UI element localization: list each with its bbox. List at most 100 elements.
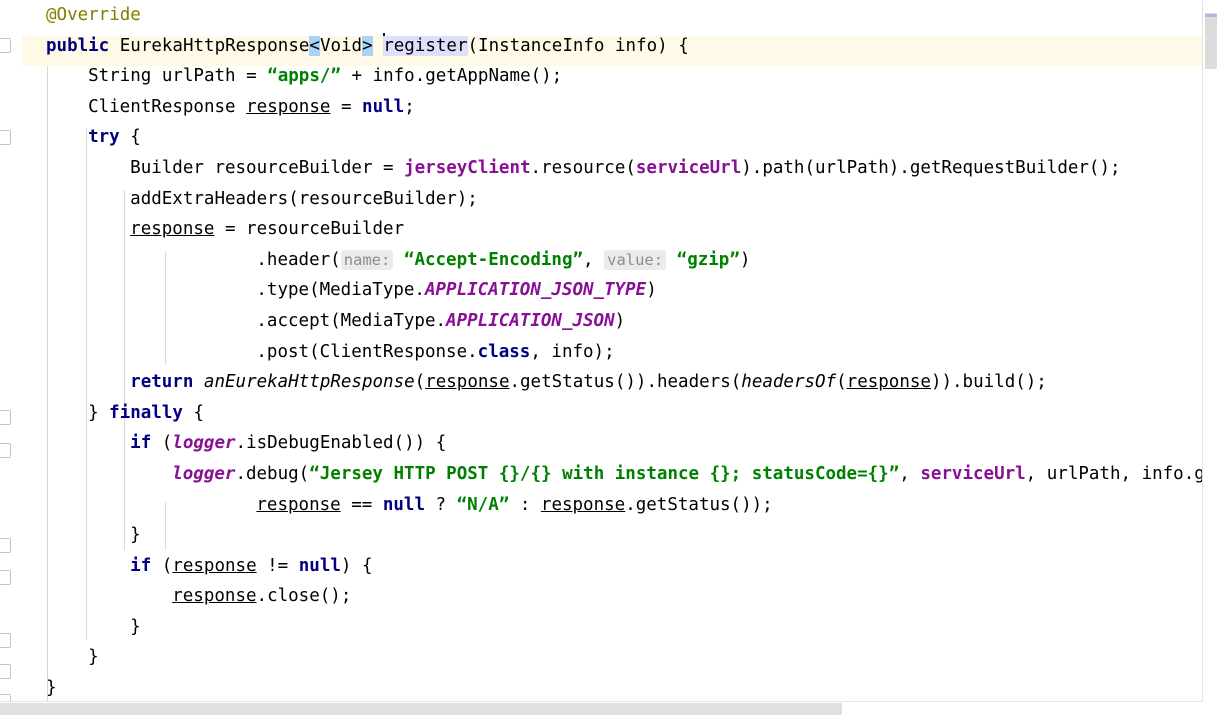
code-line[interactable]: } [0,520,1203,551]
code-line[interactable]: .type(MediaType.APPLICATION_JSON_TYPE) [0,275,1203,306]
code-line[interactable]: } finally { [0,398,1203,429]
code-token-plain: } [130,525,141,546]
fold-region-marker[interactable] [0,130,11,145]
code-token-plain: Builder resourceBuilder = [130,157,405,178]
code-token-plain: ) [739,249,751,270]
code-line[interactable]: response == null ? “N/A” : response.getS… [0,490,1203,521]
code-line[interactable]: response = resourceBuilder [0,214,1203,245]
fold-region-marker[interactable] [0,38,11,53]
code-token-plain: ClientResponse [88,96,247,117]
code-token-plain: { [182,402,204,423]
code-token-plain: .isDebugEnabled()) { [235,433,447,454]
code-token-kw: if [130,555,152,576]
code-token-plain: ( [151,433,173,454]
code-line[interactable]: } [0,612,1203,643]
code-token-staticm: headersOf [741,372,837,393]
code-token-str: “apps/” [267,66,341,87]
code-token-field: serviceUrl [635,157,742,178]
code-token-local: response [846,372,931,393]
code-token-plain: + info.getAppName(); [340,66,563,87]
scrollbar-corner [1203,702,1217,715]
code-token-kw: return [130,372,194,393]
code-line[interactable]: } [0,673,1203,702]
code-token-str: “N/A” [456,494,510,515]
vertical-scrollbar[interactable] [1202,0,1217,702]
code-token-plain: ) [646,280,657,301]
code-token-plain: { [119,127,141,148]
code-token-static: logger [172,433,236,454]
code-token-plain: register [383,35,468,56]
code-token-plain: , [583,249,605,270]
fold-region-marker[interactable] [0,633,11,648]
code-line[interactable]: .accept(MediaType.APPLICATION_JSON) [0,306,1203,337]
code-line[interactable]: return anEurekaHttpResponse(response.get… [0,367,1203,398]
code-token-anno: @Override [46,5,141,25]
code-line[interactable]: .header(name: “Accept-Encoding”, value: … [0,245,1203,276]
code-line[interactable]: ClientResponse response = null; [0,92,1203,123]
code-editor[interactable]: @Override public EurekaHttpResponse<Void>… [0,0,1217,715]
code-token-plain: ) [614,310,626,331]
code-line[interactable]: @Override [0,0,1203,31]
code-token-plain: == [340,494,383,515]
horizontal-scroll-thumb[interactable] [0,703,842,715]
code-token-hint: value: [604,249,667,270]
editor-gutter[interactable] [0,0,22,715]
code-token-plain: ( [836,372,847,393]
code-line[interactable]: if (logger.isDebugEnabled()) { [0,428,1203,459]
code-token-plain: .type(MediaType. [256,280,425,301]
code-text[interactable]: @Override public EurekaHttpResponse<Void>… [0,0,1203,702]
code-line[interactable]: try { [0,122,1203,153]
code-token-plain: .accept(MediaType. [256,310,447,331]
code-token-plain: .getStatus()); [625,494,773,515]
code-token-plain: .resource( [530,157,636,178]
vertical-scroll-thumb[interactable] [1205,13,1217,69]
fold-region-marker[interactable] [0,570,11,585]
fold-region-marker[interactable] [0,410,11,425]
code-token-kw: class [477,341,531,362]
fold-region-marker[interactable] [0,538,11,553]
code-token-str: “Accept-Encoding” [403,249,584,270]
code-token-local: response [130,219,215,240]
code-token-plain: Void [319,35,363,56]
code-token-static: APPLICATION_JSON [446,310,615,331]
fold-region-marker[interactable] [0,443,11,458]
code-token-kw: finally [109,402,183,423]
code-token-local: response [425,372,510,393]
code-line[interactable]: response.close(); [0,581,1203,612]
code-token-plain: = resourceBuilder [214,219,405,240]
code-token-plain: EurekaHttpResponse [109,35,310,56]
code-token-kw: null [362,96,405,117]
editor-code-surface[interactable]: @Override public EurekaHttpResponse<Void>… [0,0,1203,702]
code-line[interactable]: String urlPath = “apps/” + info.getAppNa… [0,61,1203,92]
code-line[interactable]: addExtraHeaders(resourceBuilder); [0,184,1203,215]
code-token-plain: ) { [340,555,373,576]
code-token-plain: String urlPath = [88,66,268,87]
code-token-plain: .post(ClientResponse. [256,341,478,362]
code-token-field: jerseyClient [404,157,531,178]
code-token-plain: ? [425,494,457,515]
horizontal-scrollbar[interactable] [0,701,1203,715]
code-token-kw: null [382,494,425,515]
code-token-str: “gzip” [676,249,740,270]
code-line[interactable]: if (response != null) { [0,551,1203,582]
code-token-local: response [540,494,626,515]
code-token-static: APPLICATION_JSON_TYPE [424,280,647,301]
code-token-plain: .debug( [235,463,310,484]
code-line[interactable]: } [0,642,1203,673]
code-line[interactable]: logger.debug(“Jersey HTTP POST {}/{} wit… [0,459,1203,490]
code-token-plain: > [362,35,373,56]
fold-region-marker[interactable] [0,664,11,679]
code-token-static: logger [172,463,236,484]
code-line[interactable]: .post(ClientResponse.class, info); [0,337,1203,368]
code-line[interactable]: Builder resourceBuilder = jerseyClient.r… [0,153,1203,184]
code-token-plain: } [130,616,141,637]
code-line[interactable]: public EurekaHttpResponse<Void> register… [0,31,1203,62]
code-token-local: response [246,96,331,117]
code-token-local: response [172,586,257,607]
code-token-plain: ( [414,372,426,393]
code-token-kw: public [46,35,110,56]
